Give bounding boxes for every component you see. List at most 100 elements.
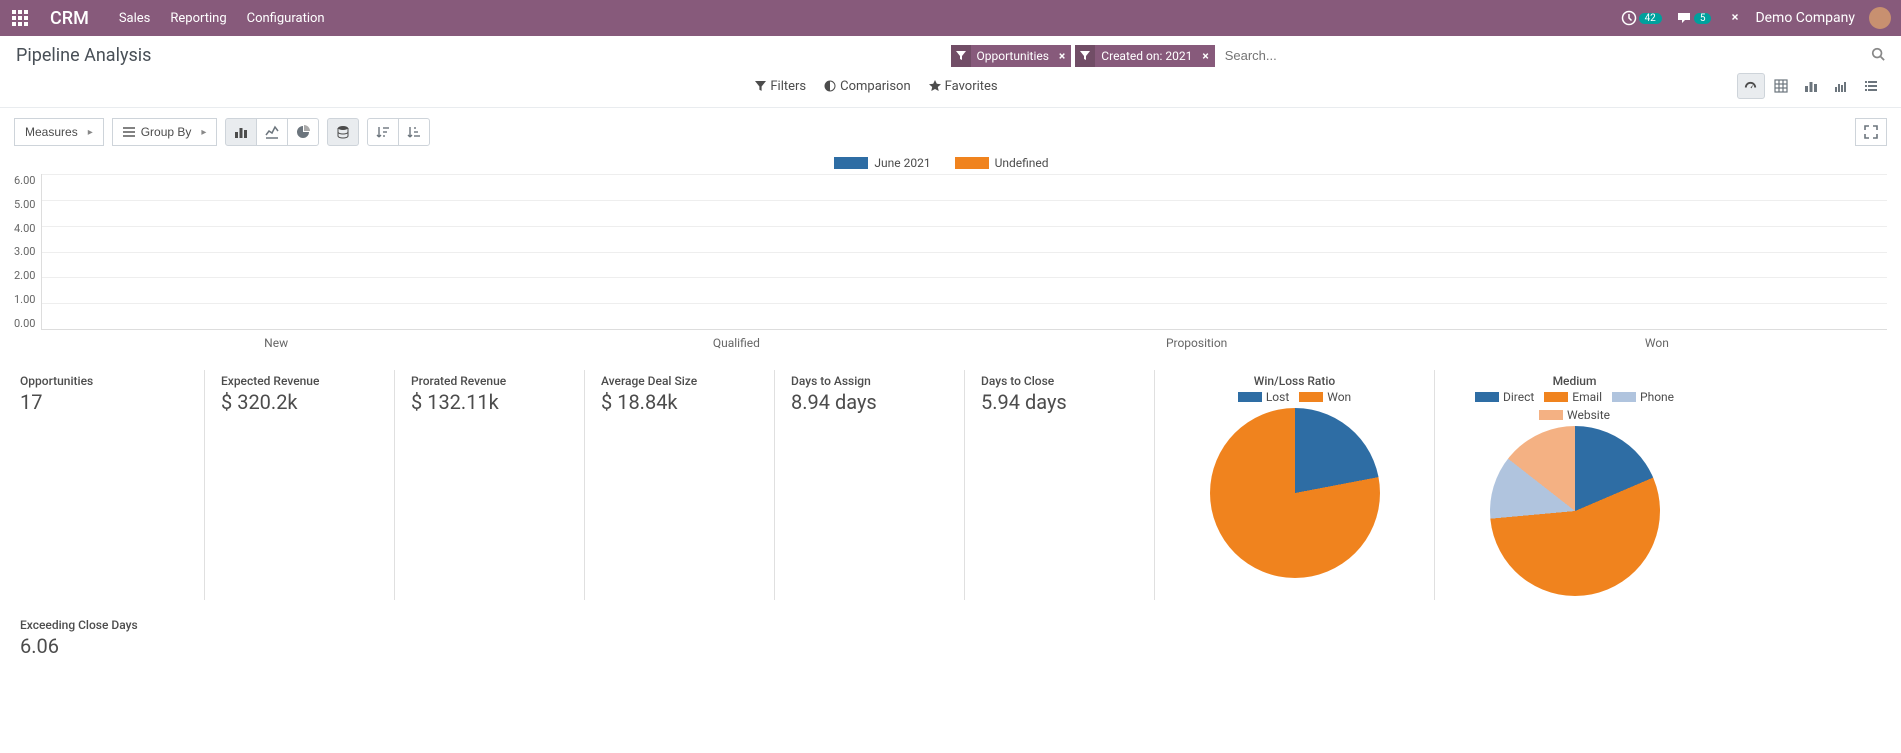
view-dashboard[interactable] — [1737, 73, 1765, 99]
legend-label[interactable]: Undefined — [995, 156, 1049, 170]
kpi-label: Opportunities — [20, 374, 188, 388]
pie-legend-entry[interactable]: Direct — [1475, 390, 1534, 404]
y-tick: 2.00 — [14, 269, 35, 282]
chart-legend: June 2021 Undefined — [14, 156, 1887, 170]
comparison-dropdown[interactable]: Comparison — [824, 79, 911, 94]
kpi-value: 8.94 days — [791, 390, 948, 414]
app-brand: CRM — [50, 8, 89, 29]
facet-remove[interactable]: × — [1196, 49, 1214, 63]
measures-button[interactable]: Measures — [14, 118, 104, 146]
pie-legend-entry[interactable]: Email — [1544, 390, 1602, 404]
kpi-cell: Days to Assign 8.94 days — [774, 370, 964, 600]
topbar-right: 42 5 Demo Company — [1621, 7, 1891, 29]
menu-reporting[interactable]: Reporting — [170, 11, 226, 26]
x-label: Proposition — [967, 330, 1427, 350]
kpi-label: Average Deal Size — [601, 374, 758, 388]
kpi-value: 6.06 — [20, 634, 1871, 658]
stacked-button[interactable] — [327, 118, 359, 146]
y-tick: 6.00 — [14, 174, 35, 187]
expand-button[interactable] — [1855, 118, 1887, 146]
winloss-legend: Lost Won — [1171, 390, 1418, 404]
control-panel-row2: Filters Comparison Favorites — [16, 67, 1885, 107]
legend-swatch — [1475, 392, 1499, 402]
legend-label: Won — [1327, 390, 1351, 404]
favorites-label: Favorites — [945, 79, 998, 94]
kpi-label: Expected Revenue — [221, 374, 378, 388]
medium-title: Medium — [1451, 374, 1698, 388]
messaging-icon[interactable]: 5 — [1676, 10, 1712, 26]
winloss-pie — [1210, 408, 1380, 578]
legend-swatch — [1299, 392, 1323, 402]
pie-legend-entry[interactable]: Phone — [1612, 390, 1674, 404]
medium-legend: Direct Email PhoneWebsite — [1451, 390, 1698, 422]
kpi-row2: Exceeding Close Days 6.06 — [0, 610, 1901, 676]
legend-swatch — [1539, 410, 1563, 420]
view-cohort[interactable] — [1827, 73, 1855, 99]
topbar: CRM Sales Reporting Configuration 42 5 D… — [0, 0, 1901, 36]
apps-icon[interactable] — [10, 8, 30, 28]
search-wrap: Opportunities × Created on: 2021 × — [951, 44, 1886, 67]
funnel-icon — [1075, 45, 1095, 67]
y-axis: 6.005.004.003.002.001.000.00 — [14, 174, 41, 330]
facet-created-on: Created on: 2021 × — [1075, 45, 1214, 67]
facet-opportunities: Opportunities × — [951, 45, 1072, 67]
chart-type-group — [225, 118, 319, 146]
pie-legend-entry[interactable]: Lost — [1238, 390, 1289, 404]
line-chart-button[interactable] — [256, 118, 288, 146]
winloss-title: Win/Loss Ratio — [1171, 374, 1418, 388]
menu-configuration[interactable]: Configuration — [247, 11, 325, 26]
sort-group — [367, 118, 430, 146]
user-avatar[interactable] — [1869, 7, 1891, 29]
kpi-cell: Average Deal Size$ 18.84k — [584, 370, 774, 600]
kpi-value: 5.94 days — [981, 390, 1138, 414]
legend-label: Direct — [1503, 390, 1534, 404]
search-options: Filters Comparison Favorites — [755, 79, 997, 94]
debug-icon[interactable] — [1725, 10, 1741, 26]
bar-chart-button[interactable] — [225, 118, 257, 146]
view-graph[interactable] — [1797, 73, 1825, 99]
funnel-icon — [951, 45, 971, 67]
legend-label[interactable]: June 2021 — [874, 156, 930, 170]
menu-sales[interactable]: Sales — [119, 11, 151, 26]
search-input[interactable] — [1219, 44, 1871, 67]
chart-area: June 2021Undefined 6.005.004.003.002.001… — [0, 156, 1901, 360]
legend-swatch — [834, 157, 868, 169]
kpi-label: Days to Assign — [791, 374, 948, 388]
graph-toolbar: Measures Group By — [0, 108, 1901, 156]
kpi-cell: Days to Close5.94 days — [964, 370, 1154, 600]
pie-legend-entry[interactable]: Website — [1539, 408, 1610, 422]
facet-remove[interactable]: × — [1053, 49, 1071, 63]
sort-desc-button[interactable] — [367, 118, 399, 146]
plot-area — [41, 174, 1887, 330]
page-title: Pipeline Analysis — [16, 45, 151, 66]
measures-label: Measures — [25, 125, 78, 139]
message-count: 5 — [1694, 13, 1712, 24]
stacked-group — [327, 118, 359, 146]
pie-legend-entry[interactable]: Won — [1299, 390, 1351, 404]
legend-swatch — [1238, 392, 1262, 402]
x-label: Won — [1427, 330, 1887, 350]
view-pivot[interactable] — [1767, 73, 1795, 99]
legend-label: Website — [1567, 408, 1610, 422]
filters-dropdown[interactable]: Filters — [755, 79, 806, 94]
y-tick: 1.00 — [14, 293, 35, 306]
sort-asc-button[interactable] — [398, 118, 430, 146]
favorites-dropdown[interactable]: Favorites — [929, 79, 998, 94]
kpi-label: Prorated Revenue — [411, 374, 568, 388]
activity-icon[interactable]: 42 — [1621, 10, 1662, 26]
medium-pie — [1490, 426, 1660, 596]
y-tick: 3.00 — [14, 245, 35, 258]
y-tick: 5.00 — [14, 198, 35, 211]
kpi-value: $ 132.11k — [411, 390, 568, 414]
facet-label: Created on: 2021 — [1095, 49, 1196, 63]
control-panel-row1: Pipeline Analysis Opportunities × Create… — [16, 44, 1885, 67]
search-icon[interactable] — [1871, 47, 1885, 65]
company-name[interactable]: Demo Company — [1755, 10, 1855, 26]
view-list[interactable] — [1857, 73, 1885, 99]
groupby-button[interactable]: Group By — [112, 118, 218, 146]
filters-label: Filters — [770, 79, 806, 94]
activity-count: 42 — [1639, 13, 1662, 24]
legend-label: Email — [1572, 390, 1602, 404]
pie-chart-button[interactable] — [287, 118, 319, 146]
x-label: Qualified — [506, 330, 966, 350]
